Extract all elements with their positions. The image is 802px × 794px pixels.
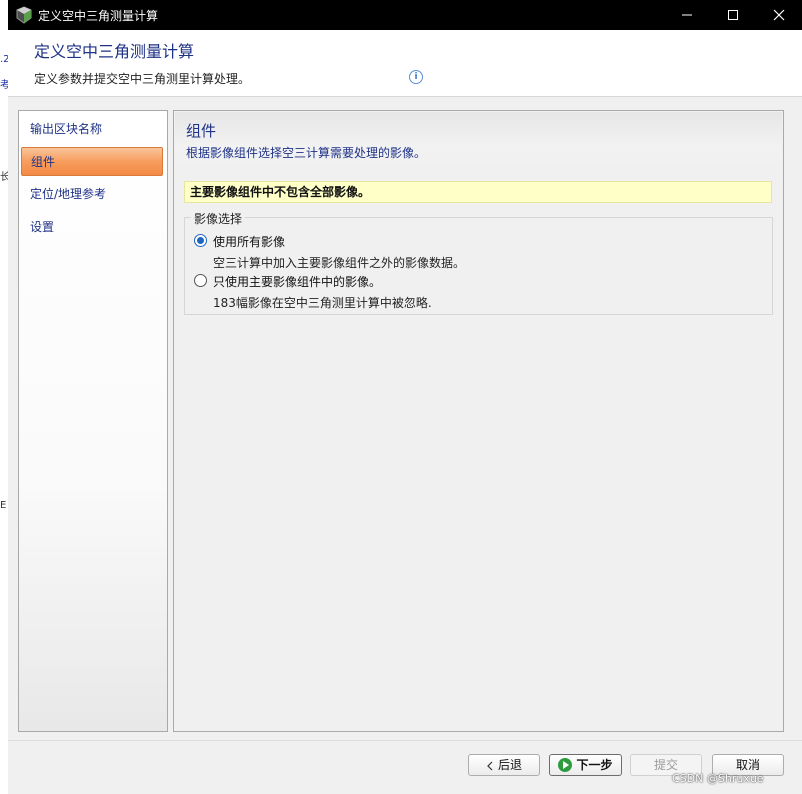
window-title: 定义空中三角测量计算	[38, 9, 159, 23]
back-button-label: 后退	[497, 758, 522, 772]
option-description: 空三计算中加入主要影像组件之外的影像数据。	[213, 256, 466, 270]
close-button[interactable]	[756, 0, 802, 30]
footer-divider	[8, 740, 802, 741]
nav-item-settings[interactable]: 设置	[21, 213, 163, 242]
content-header: 组件 根据影像组件选择空三计算需要处理的影像。	[175, 112, 782, 170]
wizard-header: 定义空中三角测量计算 定义参数并提交空中三角测里计算处理。 i	[8, 30, 802, 97]
dialog-window: 定义空中三角测量计算 定义空中三角测量计算 定义参数并提交空中三角测里计算处理。…	[8, 0, 802, 794]
arrow-right-circle-icon	[558, 757, 573, 772]
info-circle-icon[interactable]: i	[409, 70, 423, 84]
minimize-icon	[682, 14, 692, 16]
image-selection-group: 影像选择 使用所有影像 空三计算中加入主要影像组件之外的影像数据。 只使用主要影…	[184, 210, 773, 315]
back-button[interactable]: 后退	[468, 754, 540, 776]
title-bar[interactable]: 定义空中三角测量计算	[8, 0, 802, 30]
section-subtitle: 根据影像组件选择空三计算需要处理的影像。	[186, 146, 427, 160]
background-app-strip: .2 考 长 E	[0, 0, 10, 794]
radio-button-checked[interactable]	[194, 234, 207, 247]
wizard-title: 定义空中三角测量计算	[34, 42, 195, 61]
option-description: 183幅影像在空中三角测里计算中被忽略.	[213, 296, 432, 310]
maximize-button[interactable]	[710, 0, 756, 30]
content-panel: 组件 根据影像组件选择空三计算需要处理的影像。 主要影像组件中不包含全部影像。 …	[173, 110, 784, 732]
app-logo-icon	[16, 6, 32, 24]
wizard-subtitle: 定义参数并提交空中三角测里计算处理。	[34, 72, 251, 86]
watermark-text: CSDN @Shruxue	[672, 772, 764, 785]
group-legend: 影像选择	[191, 210, 246, 227]
background-text: E	[0, 500, 7, 511]
maximize-icon	[728, 10, 738, 20]
wizard-nav: 输出区块名称 组件 定位/地理参考 设置	[18, 110, 168, 732]
close-icon	[773, 9, 785, 21]
warning-banner: 主要影像组件中不包含全部影像。	[184, 181, 772, 203]
nav-item-components[interactable]: 组件	[21, 147, 163, 176]
section-title: 组件	[186, 122, 217, 140]
next-button-label: 下一步	[576, 758, 613, 772]
minimize-button[interactable]	[664, 0, 710, 30]
radio-label: 使用所有影像	[213, 235, 286, 249]
nav-item-output-block-name[interactable]: 输出区块名称	[21, 115, 163, 144]
radio-label: 只使用主要影像组件中的影像。	[213, 275, 382, 289]
chevron-left-icon	[487, 761, 493, 770]
radio-button[interactable]	[194, 274, 207, 287]
next-button[interactable]: 下一步	[549, 754, 622, 776]
nav-item-georeference[interactable]: 定位/地理参考	[21, 180, 163, 209]
